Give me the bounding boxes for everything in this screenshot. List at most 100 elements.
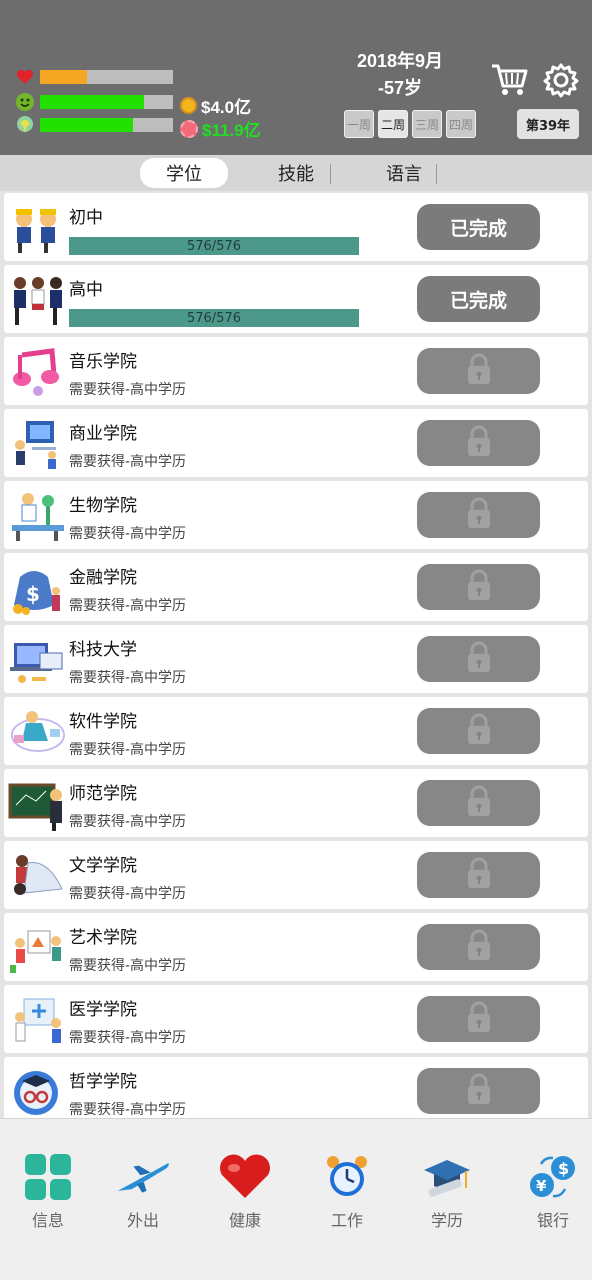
health-bar — [40, 70, 173, 84]
assets-value: $11.9亿 — [202, 121, 261, 140]
school-name: 科技大学 — [69, 640, 137, 660]
locked-enroll-button[interactable] — [417, 1068, 540, 1114]
lock-icon — [464, 353, 494, 390]
list-item: 师范学院需要获得-高中学历 — [4, 769, 588, 837]
lock-icon — [464, 929, 494, 966]
school-illustration — [8, 273, 66, 327]
requirement-text: 需要获得-高中学历 — [69, 958, 187, 974]
school-illustration — [8, 489, 66, 543]
info-grid-icon — [21, 1151, 75, 1203]
completed-button[interactable]: 已完成 — [417, 204, 540, 250]
school-illustration — [8, 705, 66, 759]
settings-gear-icon[interactable] — [543, 62, 579, 102]
nav-bank-label: 银行 — [536, 1211, 569, 1230]
nav-education[interactable]: 学历 — [411, 1151, 483, 1231]
school-name: 软件学院 — [69, 712, 137, 732]
school-name: 生物学院 — [69, 496, 137, 516]
school-illustration — [8, 201, 66, 255]
lock-icon — [464, 1073, 494, 1110]
requirement-text: 需要获得-高中学历 — [69, 814, 187, 830]
brain-head-icon — [14, 114, 36, 136]
date-month: 2018年9月 — [356, 51, 444, 71]
nav-info[interactable]: 信息 — [12, 1151, 84, 1231]
locked-enroll-button[interactable] — [417, 708, 540, 754]
requirement-text: 需要获得-高中学历 — [69, 670, 187, 686]
date-display: 2018年9月 -57岁 — [330, 48, 470, 102]
list-item: 生物学院 需要获得-高中学历 — [4, 481, 588, 549]
locked-enroll-button[interactable] — [417, 996, 540, 1042]
nav-work[interactable]: 工作 — [311, 1151, 383, 1231]
coin-icon — [180, 97, 197, 114]
lock-icon — [464, 1001, 494, 1038]
school-illustration — [8, 345, 66, 399]
heart-icon — [218, 1151, 272, 1203]
locked-enroll-button[interactable] — [417, 348, 540, 394]
health-stat — [14, 66, 36, 88]
nav-work-label: 工作 — [330, 1211, 363, 1230]
lock-icon — [464, 713, 494, 750]
week-1-button[interactable]: 一周 — [344, 110, 374, 138]
lock-icon — [464, 641, 494, 678]
tab-divider — [330, 164, 331, 184]
tab-degree[interactable]: 学位 — [140, 158, 228, 188]
svg-text:$: $ — [558, 1159, 569, 1178]
bottom-nav: 信息 外出 健康 工作 学历 $ ¥ 银行 — [0, 1118, 592, 1280]
locked-enroll-button[interactable] — [417, 564, 540, 610]
lock-icon — [464, 425, 494, 462]
nav-education-label: 学历 — [430, 1211, 463, 1230]
list-item: 文学学院需要获得-高中学历 — [4, 841, 588, 909]
happiness-stat — [14, 91, 36, 113]
locked-enroll-button[interactable] — [417, 852, 540, 898]
tab-divider — [436, 164, 437, 184]
tab-skills[interactable]: 技能 — [256, 158, 336, 188]
week-2-button[interactable]: 二周 — [378, 110, 408, 138]
school-illustration: $ — [8, 561, 66, 615]
airplane-icon — [116, 1151, 170, 1203]
requirement-text: 需要获得-高中学历 — [69, 886, 187, 902]
school-name: 师范学院 — [69, 784, 137, 804]
locked-enroll-button[interactable] — [417, 420, 540, 466]
school-name: 音乐学院 — [69, 352, 137, 372]
school-name: 文学学院 — [69, 856, 137, 876]
list-item: 医学学院 需要获得-高中学历 — [4, 985, 588, 1053]
lock-icon — [464, 857, 494, 894]
locked-enroll-button[interactable] — [417, 924, 540, 970]
nav-health[interactable]: 健康 — [209, 1151, 281, 1231]
svg-text:$: $ — [26, 582, 40, 606]
year-button[interactable]: 第39年 — [517, 109, 579, 139]
tab-language[interactable]: 语言 — [364, 158, 444, 188]
smiley-face-icon — [14, 91, 36, 113]
school-name: 初中 — [69, 208, 103, 228]
locked-enroll-button[interactable] — [417, 636, 540, 682]
list-item: 初中 576/576 已完成 — [4, 193, 588, 261]
school-name: 金融学院 — [69, 568, 137, 588]
locked-enroll-button[interactable] — [417, 780, 540, 826]
requirement-text: 需要获得-高中学历 — [69, 598, 187, 614]
heart-icon — [14, 66, 36, 88]
locked-enroll-button[interactable] — [417, 492, 540, 538]
school-name: 商业学院 — [69, 424, 137, 444]
status-header: $4.0亿 $11.9亿 2018年9月 -57岁 一周 二周 三周 四周 第3… — [0, 0, 592, 155]
list-item: 哲学学院 需要获得-高中学历 — [4, 1057, 588, 1125]
flower-icon — [180, 119, 198, 138]
school-illustration — [8, 921, 66, 975]
alarm-clock-icon — [320, 1151, 374, 1203]
school-illustration — [8, 417, 66, 471]
nav-info-label: 信息 — [31, 1211, 64, 1230]
svg-text:¥: ¥ — [536, 1177, 547, 1195]
completed-button[interactable]: 已完成 — [417, 276, 540, 322]
age-display: -57岁 — [377, 78, 422, 98]
nav-outing[interactable]: 外出 — [107, 1151, 179, 1231]
school-illustration — [8, 1065, 66, 1119]
list-item: 商业学院 需要获得-高中学历 — [4, 409, 588, 477]
lock-icon — [464, 785, 494, 822]
shopping-cart-icon[interactable] — [490, 62, 528, 102]
list-item: 音乐学院需要获得-高中学历 — [4, 337, 588, 405]
week-4-button[interactable]: 四周 — [446, 110, 476, 138]
list-item: 艺术学院 需要获得-高中学历 — [4, 913, 588, 981]
currency-exchange-icon: $ ¥ — [526, 1151, 580, 1203]
requirement-text: 需要获得-高中学历 — [69, 382, 187, 398]
week-3-button[interactable]: 三周 — [412, 110, 442, 138]
nav-bank[interactable]: $ ¥ 银行 — [517, 1151, 589, 1231]
lock-icon — [464, 569, 494, 606]
